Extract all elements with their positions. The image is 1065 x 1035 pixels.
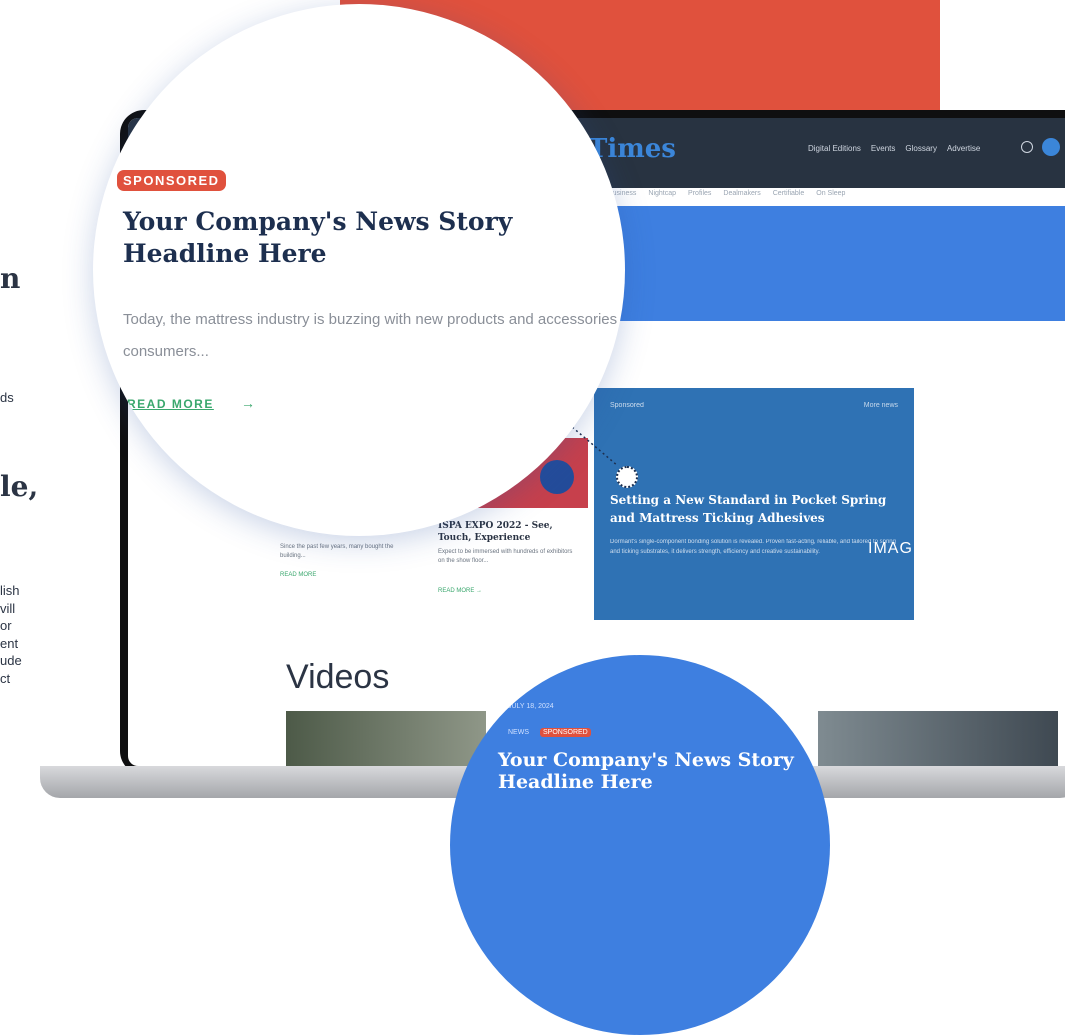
featured-title[interactable]: Setting a New Standard in Pocket Spring … xyxy=(610,491,898,527)
left-line: or xyxy=(0,618,12,633)
video-thumbnail[interactable] xyxy=(286,711,486,766)
nav-digital-editions[interactable]: Digital Editions xyxy=(808,144,861,153)
left-line: ent xyxy=(0,635,19,651)
subnav-item[interactable]: Dealmakers xyxy=(723,190,760,197)
card-description: Since the past few years, many bought th… xyxy=(280,544,394,559)
nav-advertise[interactable]: Advertise xyxy=(947,144,980,153)
arrow-right-icon: → xyxy=(241,395,255,411)
featured-description: Dormant's single-component bonding solut… xyxy=(610,539,896,555)
sponsored-excerpt: Today, the mattress industry is buzzing … xyxy=(123,311,625,360)
subnav-item[interactable]: On Sleep xyxy=(816,190,845,197)
left-line: ct xyxy=(0,670,11,686)
avatar[interactable] xyxy=(1042,138,1060,156)
article-date: JULY 18, 2024 xyxy=(508,703,554,710)
left-line: lish xyxy=(0,583,20,598)
card-title[interactable]: ISPA EXPO 2022 - See, Touch, Experience xyxy=(438,520,578,544)
video-thumbnail[interactable] xyxy=(818,711,1058,766)
featured-more-link[interactable]: More news xyxy=(864,402,898,409)
search-icon[interactable] xyxy=(1021,141,1033,153)
news-label: NEWS xyxy=(508,729,529,736)
left-heading2-fragment: le, xyxy=(0,470,39,503)
top-navigation: Digital Editions Events Glossary Adverti… xyxy=(808,144,980,153)
featured-tag: Sponsored xyxy=(610,402,644,409)
sponsored-badge: SPONSORED xyxy=(540,728,591,737)
videos-section-title: Videos xyxy=(286,658,390,696)
left-line: ude xyxy=(0,653,22,668)
mobile-preview-callout: JULY 18, 2024 NEWS SPONSORED Your Compan… xyxy=(450,655,830,1035)
sub-navigation: Business Nightcap Profiles Dealmakers Ce… xyxy=(608,190,845,197)
subnav-item[interactable]: Profiles xyxy=(688,190,711,197)
connector-target-dot xyxy=(616,466,638,488)
image-placeholder-label: IMAG xyxy=(868,540,913,557)
featured-sponsored-card[interactable]: Sponsored More news Setting a New Standa… xyxy=(594,388,914,620)
card-read-more-link[interactable]: READ MORE → xyxy=(438,588,482,594)
nav-glossary[interactable]: Glossary xyxy=(905,144,937,153)
nav-events[interactable]: Events xyxy=(871,144,895,153)
magnifier-callout: SPONSORED Your Company's News Story Head… xyxy=(93,4,625,536)
thumbnail-disc-shape xyxy=(540,460,574,494)
read-more-link[interactable]: READ MORE xyxy=(127,397,214,411)
left-paragraph-fragment: lish vill or ent ude ct xyxy=(0,582,22,687)
sponsored-headline[interactable]: Your Company's News Story Headline Here xyxy=(498,749,818,793)
card-description: Expect to be immersed with hundreds of e… xyxy=(438,549,573,564)
subnav-item[interactable]: Nightcap xyxy=(648,190,676,197)
subnav-item[interactable]: Certifiable xyxy=(773,190,805,197)
card-read-more-link[interactable]: READ MORE xyxy=(280,572,316,578)
sponsored-badge: SPONSORED xyxy=(117,170,226,191)
sponsored-headline[interactable]: Your Company's News Story Headline Here xyxy=(123,206,593,270)
left-line: vill xyxy=(0,600,16,616)
left-text-fragment: ds xyxy=(0,390,14,405)
left-heading-fragment: n xyxy=(0,262,21,295)
